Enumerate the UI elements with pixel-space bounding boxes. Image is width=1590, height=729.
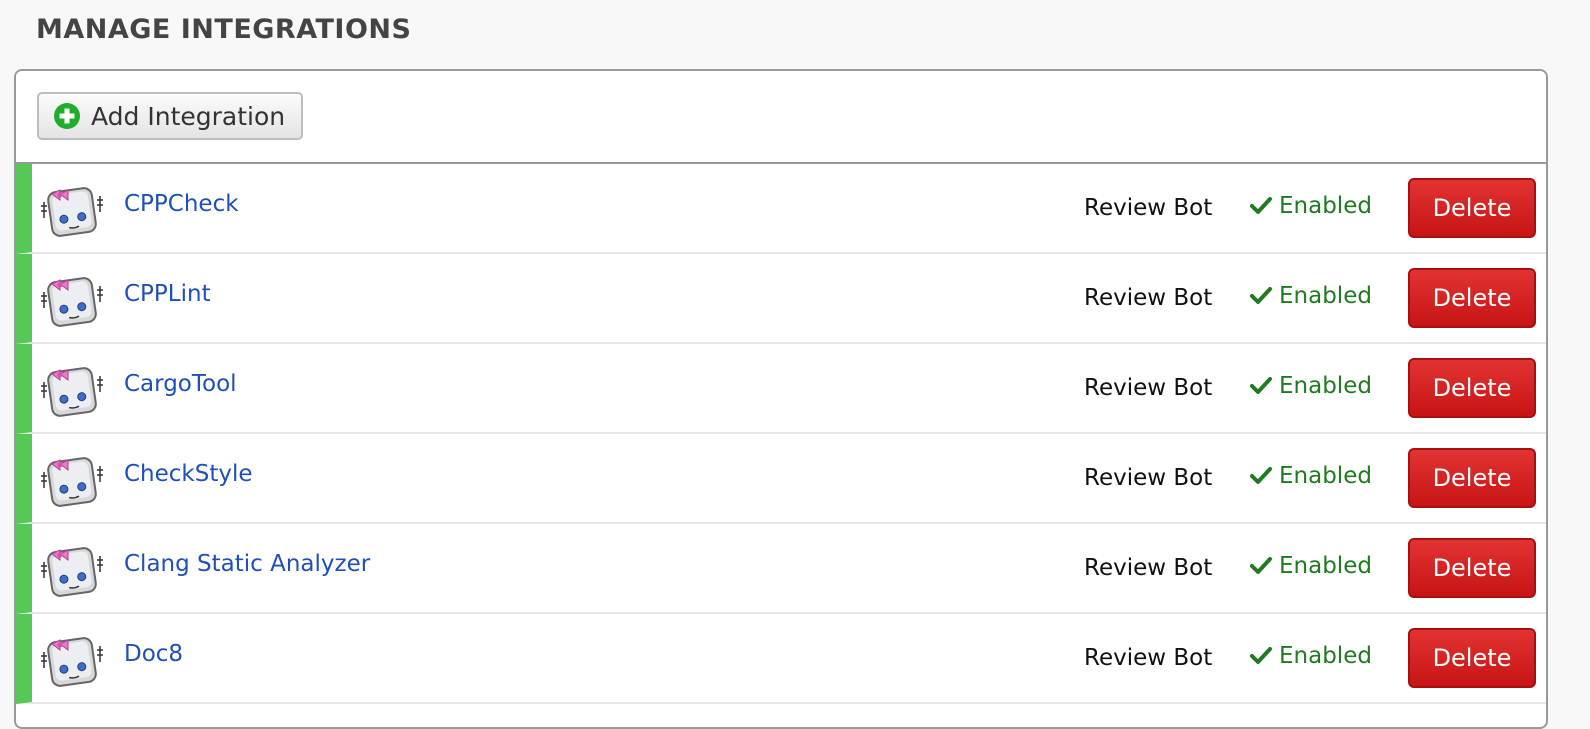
review-bot-robot-icon [40,542,104,598]
review-bot-robot-icon [40,272,104,328]
checkmark-icon [1250,466,1272,486]
delete-button[interactable]: Delete [1408,448,1536,508]
status-label: Enabled [1279,373,1372,399]
review-bot-robot-icon [40,632,104,688]
integration-type: Review Bot [1084,465,1213,491]
integration-type: Review Bot [1084,645,1213,671]
integration-type: Review Bot [1084,555,1213,581]
integration-name-link[interactable]: CPPCheck [124,191,239,217]
integration-name-link[interactable]: CargoTool [124,371,237,397]
checkmark-icon [1250,376,1272,396]
checkmark-icon [1250,196,1272,216]
integration-list: CPPCheck Review Bot Enabled Delete CPPLi… [16,164,1546,704]
delete-button[interactable]: Delete [1408,538,1536,598]
checkmark-icon [1250,556,1272,576]
status-enabled: Enabled [1250,283,1372,309]
integration-row: Clang Static Analyzer Review Bot Enabled… [16,524,1546,614]
integration-row: CPPCheck Review Bot Enabled Delete [16,164,1546,254]
integration-type: Review Bot [1084,285,1213,311]
review-bot-robot-icon [40,362,104,418]
integration-type: Review Bot [1084,375,1213,401]
integration-row: CheckStyle Review Bot Enabled Delete [16,434,1546,524]
status-label: Enabled [1279,553,1372,579]
add-integration-label: Add Integration [91,101,286,131]
plus-circle-icon [53,102,81,130]
status-label: Enabled [1279,193,1372,219]
integration-row: CargoTool Review Bot Enabled Delete [16,344,1546,434]
delete-button[interactable]: Delete [1408,628,1536,688]
status-enabled: Enabled [1250,553,1372,579]
integration-row: CPPLint Review Bot Enabled Delete [16,254,1546,344]
review-bot-robot-icon [40,182,104,238]
integration-row: Doc8 Review Bot Enabled Delete [16,614,1546,704]
integration-name-link[interactable]: CPPLint [124,281,211,307]
status-label: Enabled [1279,283,1372,309]
integrations-panel: Add Integration CPPCheck Review Bot Enab… [14,69,1548,729]
integration-name-link[interactable]: CheckStyle [124,461,253,487]
panel-header: Add Integration [16,71,1546,164]
integration-type: Review Bot [1084,195,1213,221]
integration-name-link[interactable]: Clang Static Analyzer [124,551,370,577]
delete-button[interactable]: Delete [1408,268,1536,328]
status-enabled: Enabled [1250,193,1372,219]
status-enabled: Enabled [1250,373,1372,399]
checkmark-icon [1250,646,1272,666]
checkmark-icon [1250,286,1272,306]
page-title: MANAGE INTEGRATIONS [36,14,412,45]
delete-button[interactable]: Delete [1408,178,1536,238]
integration-name-link[interactable]: Doc8 [124,641,183,667]
status-enabled: Enabled [1250,643,1372,669]
delete-button[interactable]: Delete [1408,358,1536,418]
status-label: Enabled [1279,643,1372,669]
status-enabled: Enabled [1250,463,1372,489]
review-bot-robot-icon [40,452,104,508]
add-integration-button[interactable]: Add Integration [37,92,304,140]
status-label: Enabled [1279,463,1372,489]
